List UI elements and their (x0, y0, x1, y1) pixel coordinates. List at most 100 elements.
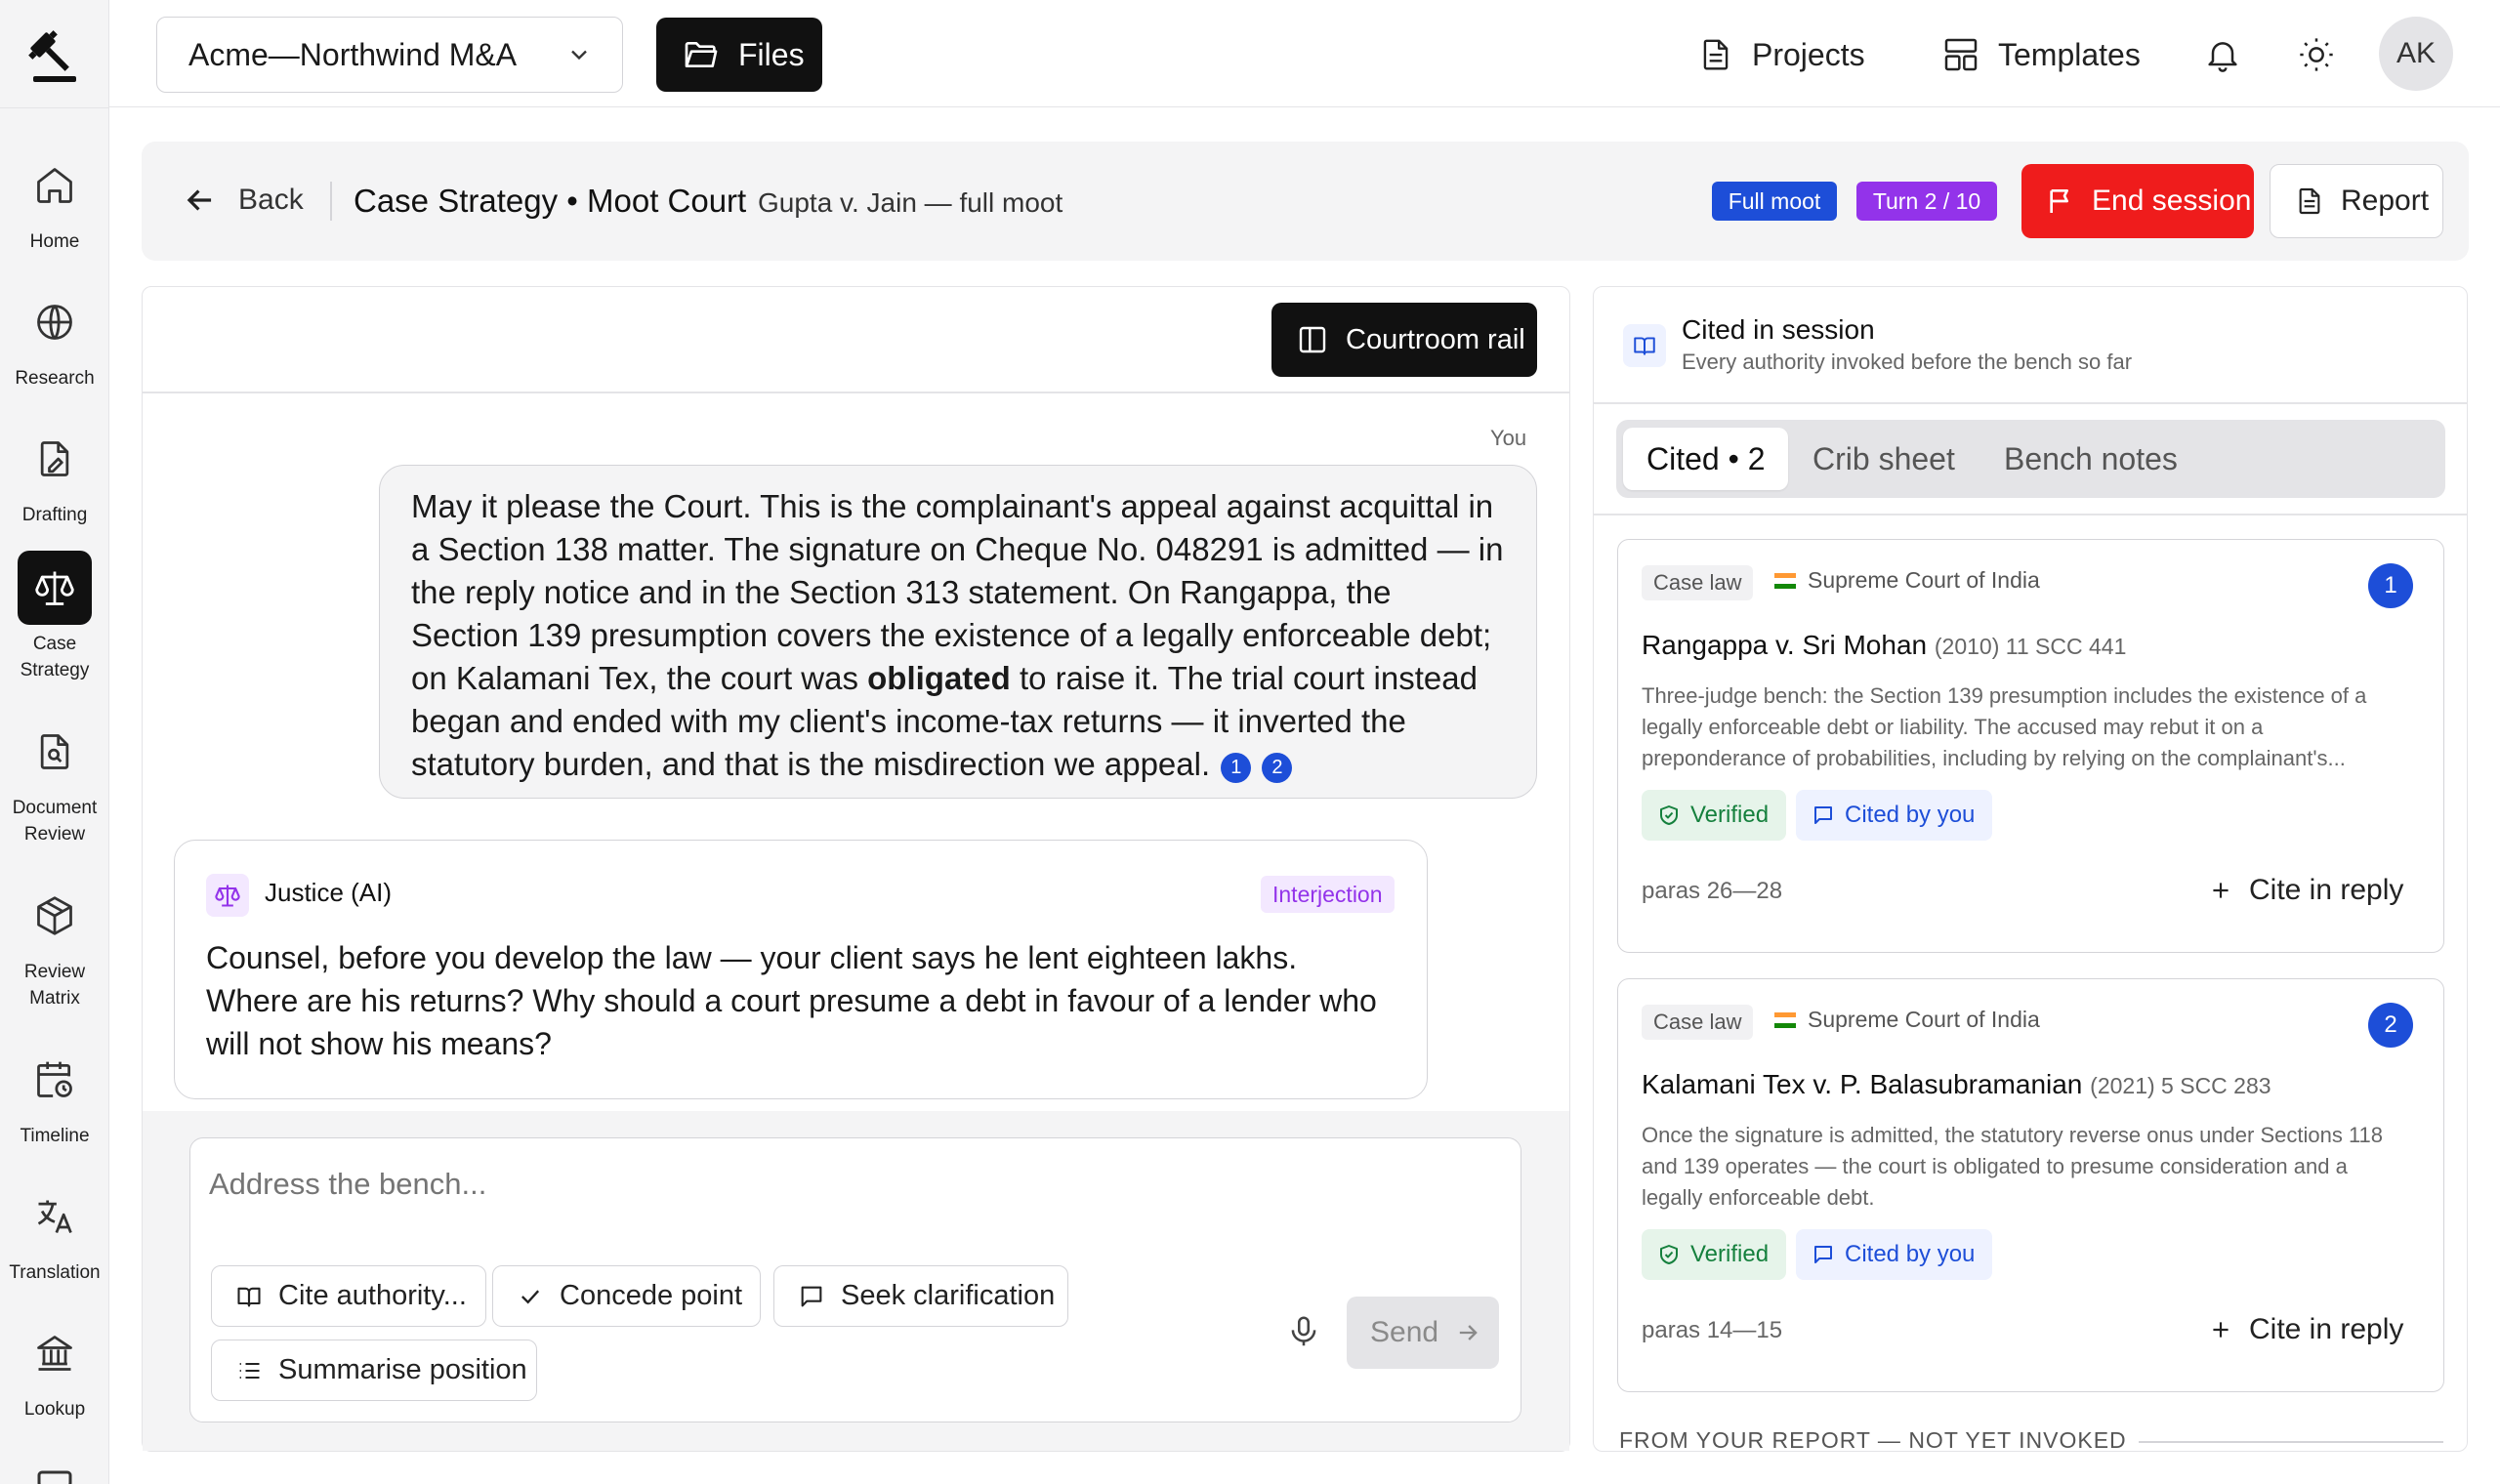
nav-label: Timeline (20, 1126, 90, 1146)
cited-panel-subtitle: Every authority invoked before the bench… (1682, 350, 2133, 374)
authority-type-tag: Case law (1642, 565, 1754, 600)
end-session-button[interactable]: End session (2021, 164, 2254, 238)
chat-bubble-icon (798, 1283, 825, 1310)
folder-icon (682, 35, 721, 74)
workspace-selector[interactable]: Acme—Northwind M&A (156, 17, 623, 93)
page-title: Case Strategy • Moot Court (354, 183, 747, 219)
nav-label: Document Review (12, 798, 98, 845)
files-label: Files (738, 36, 805, 72)
microphone-icon[interactable] (1285, 1312, 1322, 1351)
citation-number-badge: 2 (2368, 1003, 2413, 1048)
case-citation: (2021) 5 SCC 283 (2090, 1073, 2271, 1098)
concede-point-chip[interactable]: Concede point (492, 1265, 761, 1327)
gavel-logo-icon[interactable] (23, 25, 86, 88)
more-nav-icon[interactable] (35, 1464, 74, 1484)
user-message-bubble: May it please the Court. This is the com… (379, 465, 1537, 799)
document-icon (1697, 35, 1734, 74)
cited-header-divider (1594, 402, 2467, 404)
verified-badge: Verified (1642, 790, 1787, 841)
left-nav: Home Research Drafting Case Strategy Doc… (0, 0, 109, 1484)
calendar-clock-icon (18, 1043, 92, 1117)
courtroom-rail-button[interactable]: Courtroom rail (1271, 303, 1537, 377)
chat-bubble-icon (1812, 1243, 1835, 1266)
chip-label: Seek clarification (841, 1280, 1056, 1311)
nav-item-document-review[interactable]: Document Review (0, 715, 109, 847)
projects-label: Projects (1752, 36, 1865, 72)
plus-icon (2208, 878, 2233, 903)
nav-item-timeline[interactable]: Timeline (0, 1043, 109, 1149)
citation-marker[interactable]: 1 (1221, 752, 1252, 783)
report-label: Report (2341, 185, 2430, 217)
justice-scales-icon (206, 874, 249, 917)
nav-label: Lookup (23, 1399, 86, 1420)
authority-description: Once the signature is admitted, the stat… (1642, 1123, 2384, 1210)
nav-item-translation[interactable]: Translation (0, 1179, 109, 1286)
nav-item-drafting[interactable]: Drafting (0, 422, 109, 528)
nav-label: Translation (9, 1262, 101, 1283)
nav-item-case-strategy[interactable]: Case Strategy (0, 551, 109, 683)
case-name: Kalamani Tex v. P. Balasubramanian (1642, 1069, 2083, 1099)
avatar[interactable]: AK (2379, 17, 2453, 91)
document-search-icon (18, 715, 92, 789)
bell-icon[interactable] (2203, 35, 2242, 74)
summarise-position-chip[interactable]: Summarise position (211, 1340, 537, 1401)
report-button[interactable]: Report (2270, 164, 2443, 238)
nav-label: Drafting (21, 505, 88, 525)
files-button[interactable]: Files (656, 18, 822, 92)
user-message-emphasis: obligated (867, 660, 1011, 696)
not-yet-invoked-heading: FROM YOUR REPORT — NOT YET INVOKED (1619, 1427, 2127, 1453)
turn-badge: Turn 2 / 10 (1856, 182, 1997, 221)
verified-label: Verified (1690, 802, 1770, 828)
verified-label: Verified (1690, 1241, 1770, 1267)
case-name: Rangappa v. Sri Mohan (1642, 630, 1928, 660)
cite-in-reply-button[interactable]: Cite in reply (2208, 1313, 2403, 1346)
home-icon (18, 148, 92, 223)
nav-item-home[interactable]: Home (0, 148, 109, 255)
cited-by-label: Cited by you (1845, 802, 1976, 828)
tab-bench-notes[interactable]: Bench notes (2004, 428, 2178, 490)
nav-item-research[interactable]: Research (0, 285, 109, 392)
workspace-name: Acme—Northwind M&A (188, 36, 518, 72)
nav-label: Review Matrix (23, 962, 86, 1009)
flag-icon (2045, 185, 2076, 218)
globe-icon (18, 285, 92, 359)
authority-card: Case law Supreme Court of India 1 Rangap… (1617, 539, 2444, 953)
tab-crib-sheet[interactable]: Crib sheet (1812, 428, 1955, 490)
nav-label: Case Strategy (20, 634, 90, 680)
nav-item-review-matrix[interactable]: Review Matrix (0, 879, 109, 1011)
justice-message-text: Counsel, before you develop the law — yo… (206, 940, 1377, 1061)
cite-authority-chip[interactable]: Cite authority... (211, 1265, 486, 1327)
plus-icon (2208, 1317, 2233, 1342)
send-button[interactable]: Send (1347, 1297, 1499, 1369)
cited-by-label: Cited by you (1845, 1241, 1976, 1267)
sidebar-panel-icon (1297, 324, 1328, 355)
citation-marker[interactable]: 2 (1262, 752, 1293, 783)
authority-case-name-row[interactable]: Kalamani Tex v. P. Balasubramanian (2021… (1642, 1069, 2271, 1100)
cite-in-reply-button[interactable]: Cite in reply (2208, 874, 2403, 907)
projects-link[interactable]: Projects (1697, 29, 1865, 80)
justice-name: Justice (AI) (265, 878, 393, 907)
india-flag-icon (1774, 573, 1796, 589)
tabs-divider (1594, 514, 2467, 515)
tab-cited[interactable]: Cited • 2 (1623, 428, 1789, 490)
interjection-badge: Interjection (1261, 876, 1395, 913)
arrow-right-icon (1454, 1319, 1481, 1346)
templates-link[interactable]: Templates (1941, 29, 2141, 80)
verified-badge: Verified (1642, 1229, 1787, 1280)
nav-divider (0, 107, 109, 108)
bench-message-input[interactable] (209, 1160, 1498, 1209)
nav-label: Home (29, 231, 80, 252)
court-name: Supreme Court of India (1808, 1007, 2040, 1032)
seek-clarification-chip[interactable]: Seek clarification (773, 1265, 1068, 1327)
nav-item-lookup[interactable]: Lookup (0, 1316, 109, 1422)
citation-number-badge: 1 (2368, 563, 2413, 608)
list-icon (235, 1357, 263, 1384)
layout-icon (1941, 35, 1980, 74)
justice-message-card: Justice (AI) Interjection Counsel, befor… (174, 840, 1428, 1099)
authority-case-name-row[interactable]: Rangappa v. Sri Mohan (2010) 11 SCC 441 (1642, 630, 2126, 661)
sun-icon[interactable] (2297, 35, 2336, 74)
translate-icon (18, 1179, 92, 1254)
back-button[interactable]: Back (182, 182, 304, 219)
india-flag-icon (1774, 1012, 1796, 1028)
chip-label: Summarise position (278, 1354, 527, 1385)
